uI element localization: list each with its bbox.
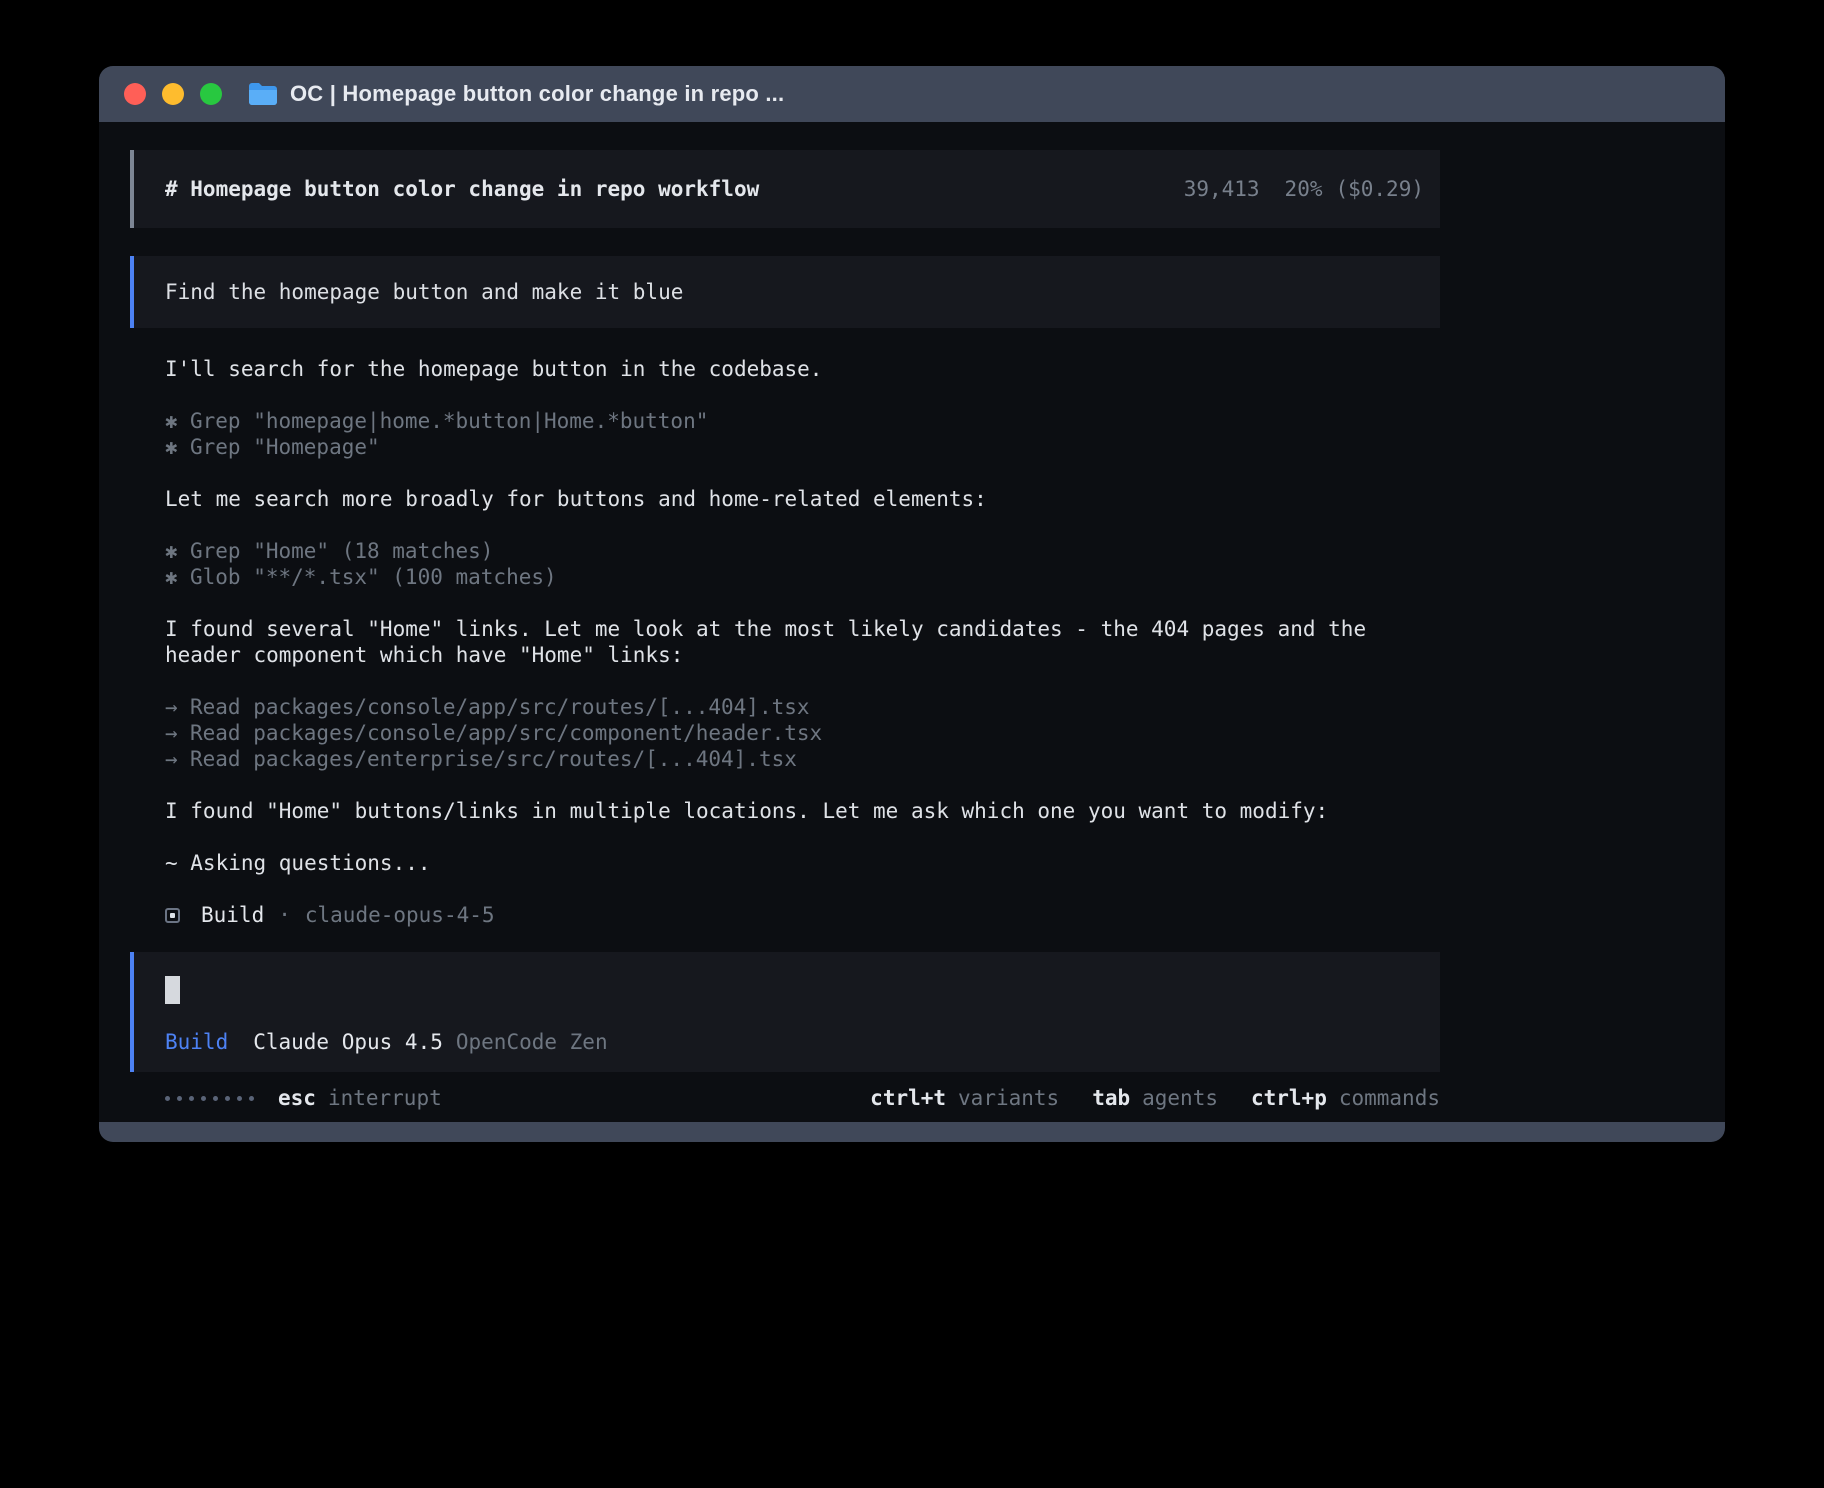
folder-icon (248, 82, 278, 106)
editor-model-label: Claude Opus 4.5 (253, 1030, 443, 1054)
tool-grep-icon: ✱ (165, 434, 190, 460)
agent-name: Build (201, 902, 264, 928)
prompt-editor[interactable]: Build Claude Opus 4.5 OpenCode Zen (130, 952, 1440, 1072)
tool-read-arrow-icon: → (165, 746, 190, 772)
tool-call-group: ✱Grep "homepage|home.*button|Home.*butto… (130, 408, 1440, 460)
tool-call-line: ✱Grep "Home" (18 matches) (165, 538, 1440, 564)
assistant-text: I found several "Home" links. Let me loo… (130, 616, 1440, 668)
assistant-text: Let me search more broadly for buttons a… (130, 486, 1440, 512)
shortcut-agents: tabagents (1092, 1085, 1218, 1111)
tool-call-line: →Read packages/enterprise/src/routes/[..… (165, 746, 1440, 772)
window-bottom-chrome (99, 1122, 1725, 1142)
window-title: OC | Homepage button color change in rep… (290, 81, 784, 107)
tool-call-text: Grep "Homepage" (190, 435, 380, 459)
session-cost: ($0.29) (1335, 177, 1424, 201)
session-header-block: # Homepage button color change in repo w… (130, 150, 1440, 228)
tool-glob-icon: ✱ (165, 564, 190, 590)
assistant-status-text: ~ Asking questions... (130, 850, 1440, 876)
tool-call-line: →Read packages/console/app/src/routes/[.… (165, 694, 1440, 720)
tool-call-line: →Read packages/console/app/src/component… (165, 720, 1440, 746)
tool-grep-icon: ✱ (165, 538, 190, 564)
tool-call-text: Grep "Home" (18 matches) (190, 539, 493, 563)
tool-call-text: Read packages/console/app/src/component/… (190, 721, 822, 745)
user-message-text: Find the homepage button and make it blu… (165, 280, 683, 304)
terminal-window: OC | Homepage button color change in rep… (99, 66, 1725, 1142)
separator-dot: · (278, 902, 291, 928)
assistant-text: I found "Home" buttons/links in multiple… (130, 798, 1440, 824)
window-controls (124, 83, 238, 105)
tool-grep-icon: ✱ (165, 408, 190, 434)
shortcut-variants: ctrl+tvariants (870, 1085, 1059, 1111)
assistant-text: I'll search for the homepage button in t… (130, 356, 1440, 382)
model-status-line: Build Claude Opus 4.5 OpenCode Zen (165, 1029, 1424, 1055)
status-bar: esc interrupt ctrl+tvariants tabagents c… (130, 1085, 1440, 1111)
agent-model: claude-opus-4-5 (305, 902, 495, 928)
terminal-content: # Homepage button color change in repo w… (99, 122, 1725, 1122)
minimize-button[interactable] (162, 83, 184, 105)
context-percent: 20% (1285, 177, 1323, 201)
tool-call-text: Read packages/console/app/src/routes/[..… (190, 695, 810, 719)
editor-agent-label: Build (165, 1030, 228, 1054)
session-stats: 39,413 20% ($0.29) (1184, 176, 1424, 202)
tool-call-group: ✱Grep "Home" (18 matches) ✱Glob "**/*.ts… (130, 538, 1440, 590)
zoom-button[interactable] (200, 83, 222, 105)
tool-call-line: ✱Glob "**/*.tsx" (100 matches) (165, 564, 1440, 590)
shortcut-commands: ctrl+pcommands (1251, 1085, 1440, 1111)
tool-call-group: →Read packages/console/app/src/routes/[.… (130, 694, 1440, 772)
close-button[interactable] (124, 83, 146, 105)
editor-provider-label: OpenCode Zen (456, 1030, 608, 1054)
tool-call-text: Grep "homepage|home.*button|Home.*button… (190, 409, 708, 433)
session-title: # Homepage button color change in repo w… (165, 176, 759, 202)
token-count: 39,413 (1184, 177, 1260, 201)
tool-call-line: ✱Grep "Homepage" (165, 434, 1440, 460)
text-cursor (165, 976, 180, 1004)
agent-badge-icon (165, 908, 180, 923)
tool-call-text: Glob "**/*.tsx" (100 matches) (190, 565, 557, 589)
progress-dots (165, 1096, 261, 1101)
tool-call-line: ✱Grep "homepage|home.*button|Home.*butto… (165, 408, 1440, 434)
user-message-block: Find the homepage button and make it blu… (130, 256, 1440, 328)
agent-status-line: Build · claude-opus-4-5 (130, 902, 1440, 928)
tool-call-text: Read packages/enterprise/src/routes/[...… (190, 747, 797, 771)
titlebar: OC | Homepage button color change in rep… (99, 66, 1725, 122)
esc-key-hint: esc (278, 1085, 316, 1111)
esc-key-label: interrupt (328, 1085, 442, 1111)
prompt-input-line[interactable] (165, 976, 1424, 1004)
tool-read-arrow-icon: → (165, 694, 190, 720)
tool-read-arrow-icon: → (165, 720, 190, 746)
